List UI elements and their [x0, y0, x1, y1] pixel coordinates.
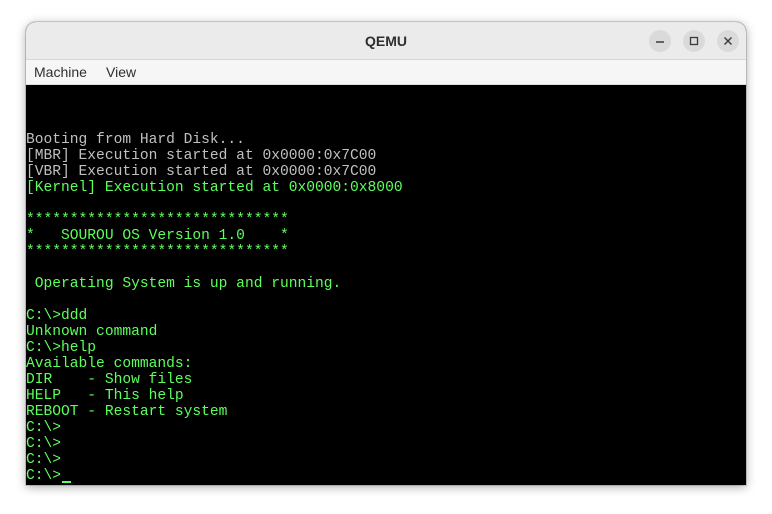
- console-line: C:\>help: [26, 340, 97, 356]
- window-title: QEMU: [365, 33, 407, 49]
- console-line: ******************************: [26, 244, 289, 260]
- console-line: [Kernel] Execution started at 0x0000:0x8…: [26, 180, 403, 196]
- console-line: C:\>ddd: [26, 308, 88, 324]
- maximize-icon: [689, 36, 699, 46]
- vm-display[interactable]: Booting from Hard Disk... [MBR] Execution…: [26, 85, 746, 485]
- console-line: DIR - Show files: [26, 372, 193, 388]
- console-line: C:\>: [26, 452, 62, 468]
- console-line: Operating System is up and running.: [26, 276, 342, 292]
- menu-view[interactable]: View: [106, 60, 136, 85]
- close-icon: [724, 37, 732, 45]
- title-bar[interactable]: QEMU: [26, 22, 746, 60]
- console-line: [VBR] Execution started at 0x0000:0x7C00: [26, 164, 377, 180]
- console-line: [MBR] Execution started at 0x0000:0x7C00: [26, 148, 377, 164]
- menu-machine[interactable]: Machine: [34, 60, 87, 85]
- minimize-icon: [656, 41, 664, 43]
- minimize-button[interactable]: [649, 30, 671, 52]
- console-line: REBOOT - Restart system: [26, 404, 228, 420]
- console-line: Unknown command: [26, 324, 158, 340]
- maximize-button[interactable]: [683, 30, 705, 52]
- console-line: Booting from Hard Disk...: [26, 132, 245, 148]
- console-line: Available commands:: [26, 356, 193, 372]
- text-cursor: [62, 481, 72, 483]
- console-line: C:\>: [26, 436, 62, 452]
- console-line: C:\>: [26, 420, 62, 436]
- console-line: HELP - This help: [26, 388, 184, 404]
- console-line: * SOUROU OS Version 1.0 *: [26, 228, 289, 244]
- menu-bar: Machine View: [26, 60, 746, 85]
- close-button[interactable]: [717, 30, 739, 52]
- console-line: ******************************: [26, 212, 289, 228]
- console-line: C:\>: [26, 468, 62, 484]
- qemu-window: QEMU Machine View Booting from Hard Disk…: [26, 22, 746, 485]
